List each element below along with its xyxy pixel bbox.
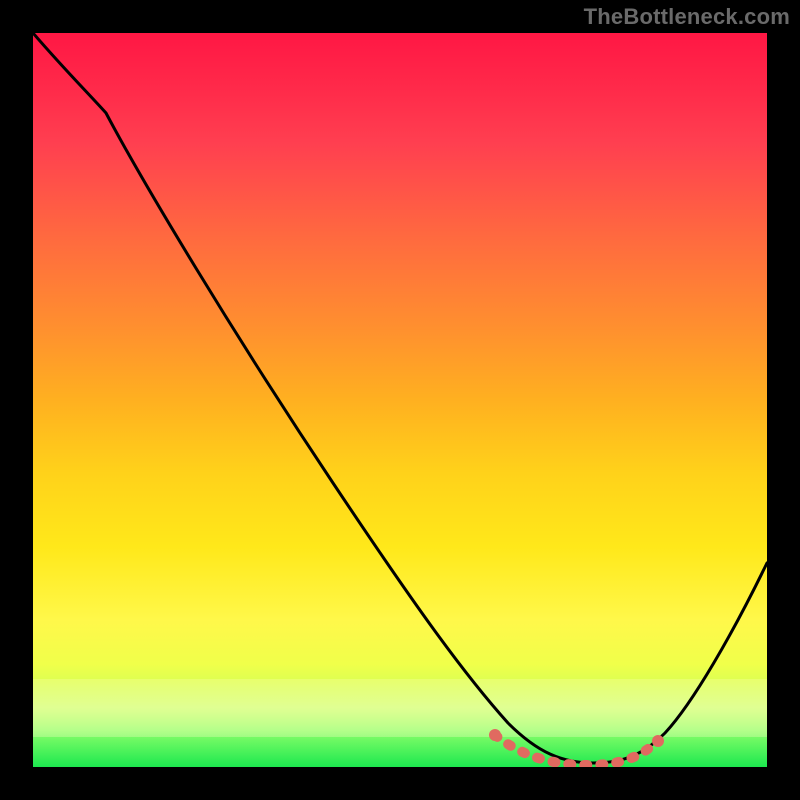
- optimal-range-dot: [652, 735, 664, 747]
- curve-layer: [33, 33, 767, 767]
- plot-area: [33, 33, 767, 767]
- bottleneck-curve: [33, 33, 767, 763]
- optimal-range-dot: [489, 729, 501, 741]
- watermark-text: TheBottleneck.com: [584, 4, 790, 30]
- chart-frame: TheBottleneck.com: [0, 0, 800, 800]
